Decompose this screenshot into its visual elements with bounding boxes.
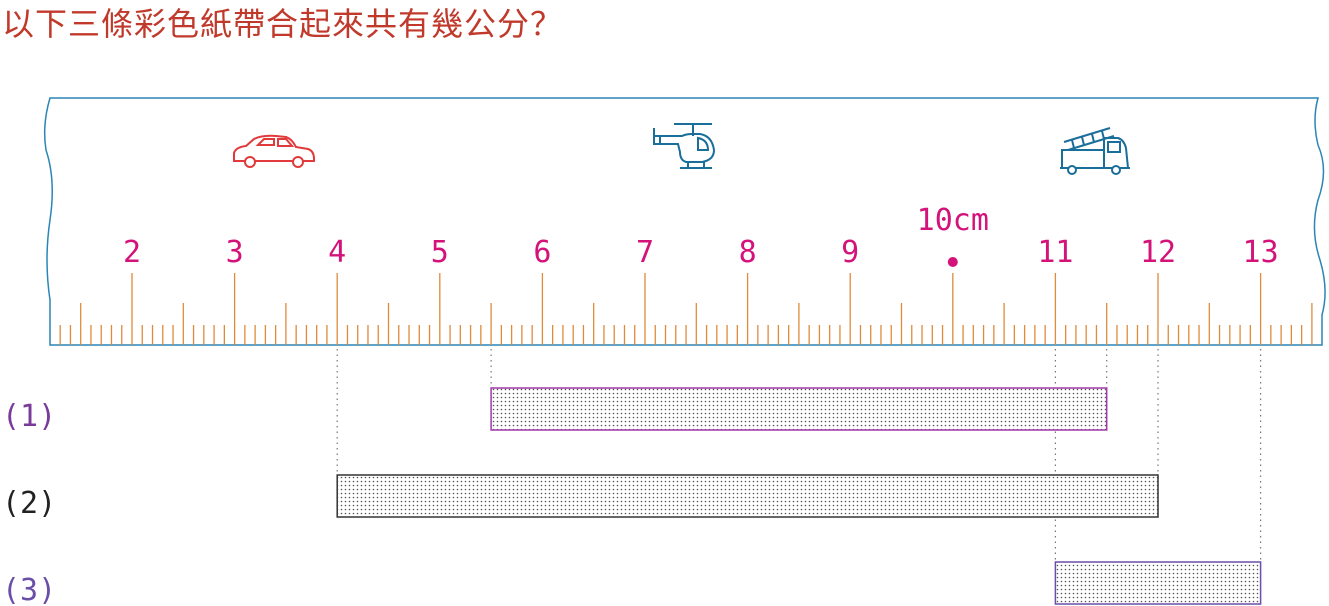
ruler-diagram: 2 3 4 5 6 7 8 9 11 12 13 10cm (1) (2) (3… xyxy=(2,97,1326,606)
ten-cm-label: 10cm xyxy=(917,203,989,238)
ruler-number-label: 11 xyxy=(1037,235,1073,270)
ruler-number-label: 9 xyxy=(841,235,859,270)
ruler-number-label: 5 xyxy=(431,235,449,270)
ruler-number-label: 3 xyxy=(226,235,244,270)
paper-strip-1 xyxy=(490,387,1108,431)
ruler-number-label: 8 xyxy=(739,235,757,270)
strip-2-label: (2) xyxy=(2,486,56,521)
ruler-number-label: 7 xyxy=(636,235,654,270)
ruler-number-label: 4 xyxy=(328,235,346,270)
ruler-number-label: 13 xyxy=(1243,235,1279,270)
ten-cm-dot xyxy=(947,257,958,267)
ruler-number-label: 6 xyxy=(533,235,551,270)
ruler-number-label: 12 xyxy=(1140,235,1176,270)
strip-3-label: (3) xyxy=(2,573,56,606)
paper-strip-2 xyxy=(336,474,1159,518)
strip-1-label: (1) xyxy=(2,399,56,434)
guide-lines xyxy=(336,349,1262,562)
ruler-number-label: 2 xyxy=(123,235,141,270)
paper-strips xyxy=(336,387,1262,605)
paper-strip-3 xyxy=(1054,561,1262,605)
